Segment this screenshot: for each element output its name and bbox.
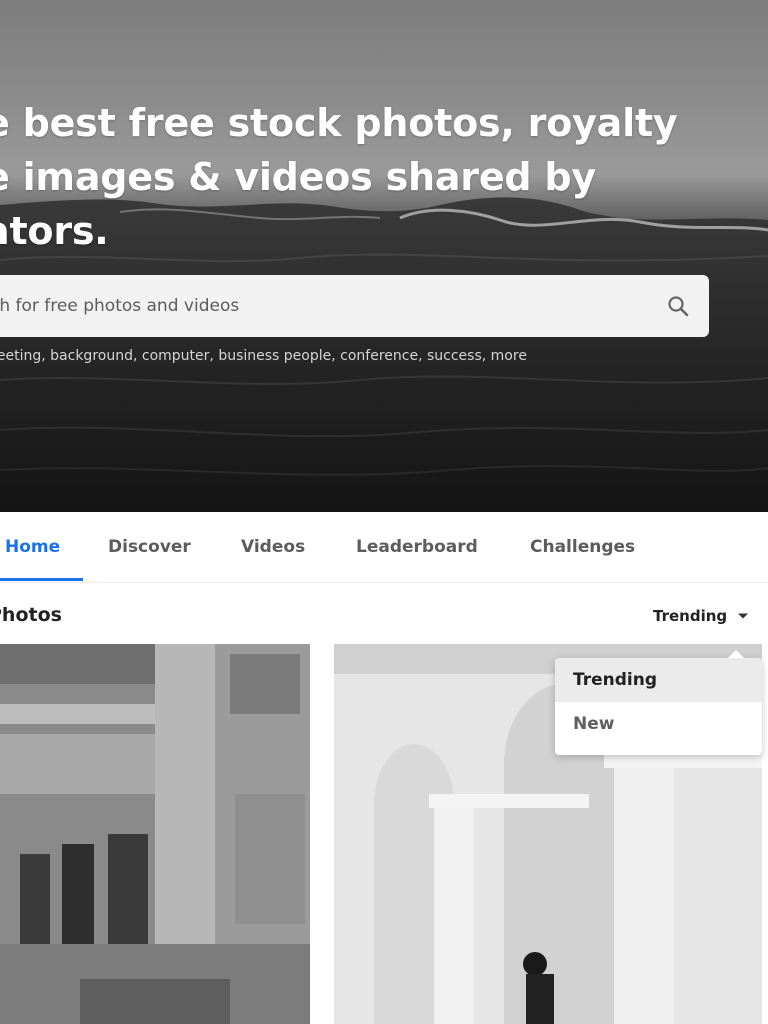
search-input[interactable] — [0, 275, 647, 337]
tab-leaderboard[interactable]: Leaderboard — [356, 512, 478, 582]
page: e best free stock photos, royalty e imag… — [0, 0, 768, 1024]
sort-dropdown-menu: Trending New — [555, 650, 762, 755]
search-button[interactable] — [647, 275, 709, 337]
search-bar — [0, 275, 709, 337]
photo-card[interactable] — [0, 644, 310, 1024]
suggestion-link[interactable]: conference — [340, 348, 418, 364]
suggestion-more-link[interactable]: more — [491, 348, 527, 364]
hero-title-line: e best free stock photos, royalty — [0, 101, 678, 145]
suggestion-link[interactable]: business people — [218, 348, 331, 364]
hero-title-line: ators. — [0, 209, 109, 253]
section-title: Photos — [0, 604, 62, 626]
suggestion-link[interactable]: computer — [142, 348, 210, 364]
sort-dropdown-toggle[interactable]: Trending — [653, 604, 749, 628]
hero-title-line: e images & videos shared by — [0, 155, 597, 199]
sort-option-trending[interactable]: Trending — [555, 658, 762, 702]
hero-title: e best free stock photos, royalty e imag… — [0, 96, 704, 258]
tab-home[interactable]: Home — [5, 512, 60, 582]
active-tab-indicator — [0, 578, 83, 581]
search-suggestions: neeting, background, computer, business … — [0, 348, 527, 364]
sort-option-new[interactable]: New — [555, 702, 762, 746]
sort-selected-label: Trending — [653, 607, 728, 625]
tab-challenges[interactable]: Challenges — [530, 512, 635, 582]
suggestion-link[interactable]: neeting — [0, 348, 41, 364]
tab-discover[interactable]: Discover — [108, 512, 191, 582]
main-nav-tabs: Home Discover Videos Leaderboard Challen… — [0, 512, 768, 583]
search-icon — [668, 296, 689, 317]
suggestion-link[interactable]: background — [50, 348, 133, 364]
hero-banner: e best free stock photos, royalty e imag… — [0, 0, 768, 512]
suggestion-link[interactable]: success — [427, 348, 482, 364]
tab-videos[interactable]: Videos — [241, 512, 305, 582]
caret-down-icon — [738, 613, 749, 619]
building-facade-photo — [0, 644, 310, 1024]
